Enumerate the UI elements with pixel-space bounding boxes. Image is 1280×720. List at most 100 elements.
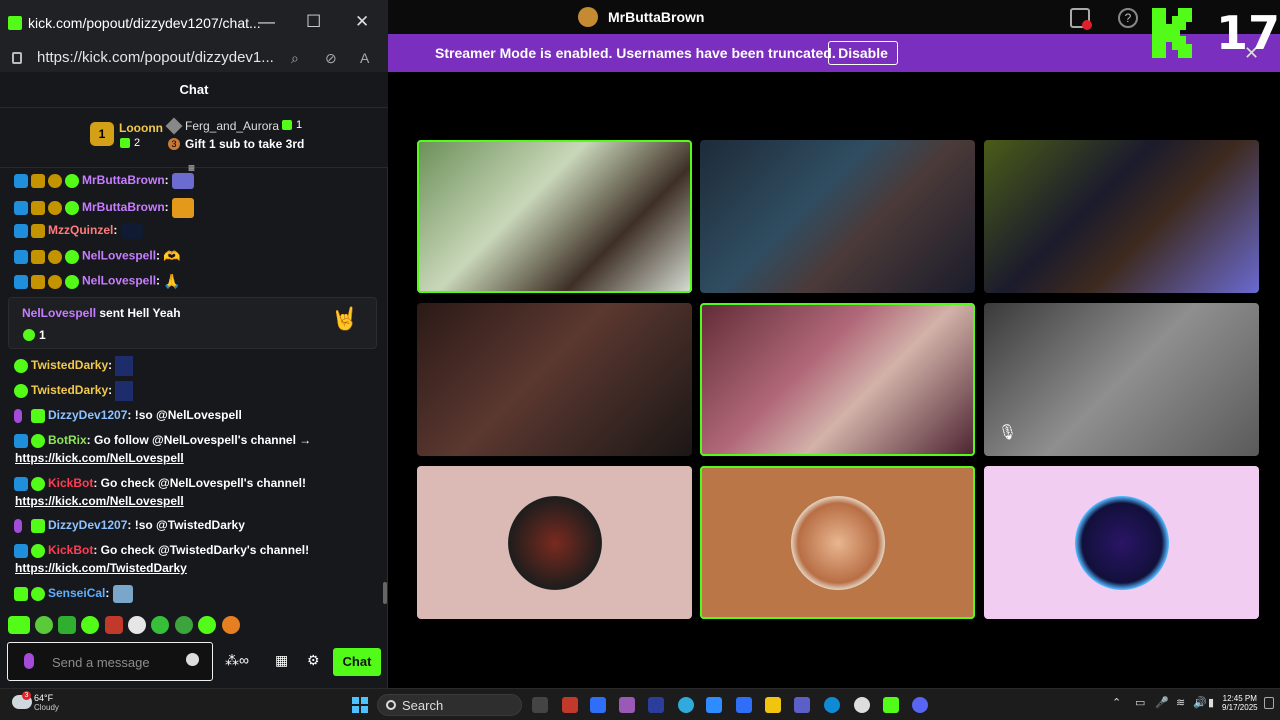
send-chat-button[interactable]: Chat [333,648,381,676]
emote-icon[interactable] [128,616,146,634]
chat-username[interactable]: DizzyDev1207 [48,408,127,422]
kick-emote-icon[interactable] [8,616,30,634]
emote-icon [120,223,143,239]
emote-icon[interactable] [198,616,216,634]
chat-message: SenseiCal: [14,585,133,603]
gift-to-take-3rd[interactable]: Gift 1 sub to take 3rd [185,137,304,151]
read-aloud-icon[interactable]: A [360,50,369,66]
emote-icon[interactable] [35,616,53,634]
windows-start-icon[interactable] [352,697,368,713]
emote-icon[interactable] [105,616,123,634]
emote-icon[interactable] [175,616,193,634]
settings-gear-icon[interactable]: ⚙ [307,652,320,669]
chat-username[interactable]: NelLovespell [82,274,156,288]
chat-username[interactable]: TwistedDarky [31,383,108,397]
help-icon[interactable]: ? [1118,8,1138,28]
tray-icon[interactable]: ▭ [1135,696,1145,709]
channel-link[interactable]: https://kick.com/NelLovespell [15,451,184,465]
system-clock[interactable]: 12:45 PM 9/17/2025 [1222,694,1258,712]
battery-icon[interactable]: ▮ [1208,696,1214,709]
zoom-app-icon[interactable] [706,697,722,713]
volume-icon[interactable]: 🔊 [1193,696,1207,709]
chat-username[interactable]: MzzQuinzel [48,223,113,237]
chat-message: KickBot: Go check @NelLovespell's channe… [14,476,306,491]
emote-icon[interactable] [222,616,240,634]
channel-link[interactable]: https://kick.com/NelLovespell [15,494,184,508]
gifter-icon [48,201,62,215]
audio-tile[interactable] [700,466,975,619]
chat-message-list: MrButtaBrown: MrButtaBrown: MzzQuinzel: … [0,168,384,608]
discord-icon[interactable] [912,697,928,713]
stream-app: MrButtaBrown ? Streamer Mode is enabled.… [388,0,1280,688]
clock-time: 12:45 PM [1222,694,1257,703]
settings-icon[interactable] [854,697,870,713]
chat-username[interactable]: KickBot [48,543,93,557]
wifi-icon[interactable]: ≋ [1176,696,1185,709]
zoom-icon[interactable]: ⌕ [291,50,299,67]
gift-sender[interactable]: NelLovespell [22,306,96,320]
chat-username[interactable]: DizzyDev1207 [48,518,127,532]
channel-link[interactable]: https://kick.com/TwistedDarky [15,561,187,575]
address-bar[interactable]: https://kick.com/popout/dizzydev1... ⌕ ⊘… [0,46,388,72]
gifter-icon [48,174,62,188]
maximize-icon[interactable]: ☐ [306,12,321,32]
video-tile[interactable] [417,303,692,456]
emote-icon[interactable] [81,616,99,634]
address-url[interactable]: https://kick.com/popout/dizzydev1... [37,49,274,66]
emoji-picker-icon[interactable] [186,653,199,666]
disable-streamer-mode-button[interactable]: Disable [828,41,898,65]
record-icon[interactable] [1070,8,1092,30]
chrome-icon[interactable] [678,697,694,713]
mic-icon[interactable] [24,653,34,669]
crown-icon [31,274,45,289]
taskbar-search[interactable]: Search [377,694,522,716]
close-icon[interactable]: ✕ [355,12,369,32]
sub-badge-icon [65,201,79,215]
chat-username[interactable]: TwistedDarky [31,358,108,372]
video-tile[interactable]: 🎙 [984,303,1259,456]
minimize-icon[interactable]: — [258,12,275,32]
apps-icon[interactable]: ⁂∞ [225,652,249,669]
chat-message: NelLovespell: 🫶 [14,248,181,265]
kick-app-icon[interactable] [883,697,899,713]
chat-scrollbar[interactable] [383,582,387,604]
teams-icon[interactable] [794,697,810,713]
tracking-icon[interactable]: ⊘ [325,50,337,67]
app-icon[interactable] [590,697,606,713]
emote-icon[interactable] [58,616,76,634]
task-view-icon[interactable] [532,697,548,713]
weather-widget[interactable]: 64°F Cloudy [34,693,59,712]
video-tile[interactable] [417,140,692,293]
copilot-icon[interactable] [619,697,635,713]
video-tile[interactable] [700,140,975,293]
notification-icon[interactable] [1264,697,1274,709]
audio-tile[interactable] [984,466,1259,619]
microphone-icon[interactable]: 🎤 [1155,696,1169,709]
file-explorer-icon[interactable] [765,697,781,713]
chat-username[interactable]: SenseiCal [48,586,105,600]
shop-icon[interactable]: ▦ [275,652,288,669]
chevron-up-icon[interactable]: ⌃ [1112,696,1121,709]
app-icon[interactable] [562,697,578,713]
chat-header: Chat [0,72,388,108]
crown-icon [31,224,45,238]
chat-username[interactable]: BotRix [48,433,87,447]
lock-icon [12,52,22,64]
verified-icon [31,587,45,601]
chat-username[interactable]: MrButtaBrown [82,200,165,214]
video-tile[interactable] [700,303,975,456]
chat-username[interactable]: NelLovespell [82,249,156,263]
audio-tile[interactable] [417,466,692,619]
app-icon[interactable] [736,697,752,713]
app-icon[interactable] [648,697,664,713]
chat-username[interactable]: MrButtaBrown [82,173,165,187]
verified-icon [14,433,28,448]
video-tile[interactable] [984,140,1259,293]
chat-message: TwistedDarky: [14,381,134,401]
edge-icon[interactable] [824,697,840,713]
message-input[interactable] [50,652,180,672]
emote-icon[interactable] [151,616,169,634]
weather-temp: 64°F [34,693,54,703]
sub-badge-icon [14,359,28,373]
chat-username[interactable]: KickBot [48,476,93,490]
